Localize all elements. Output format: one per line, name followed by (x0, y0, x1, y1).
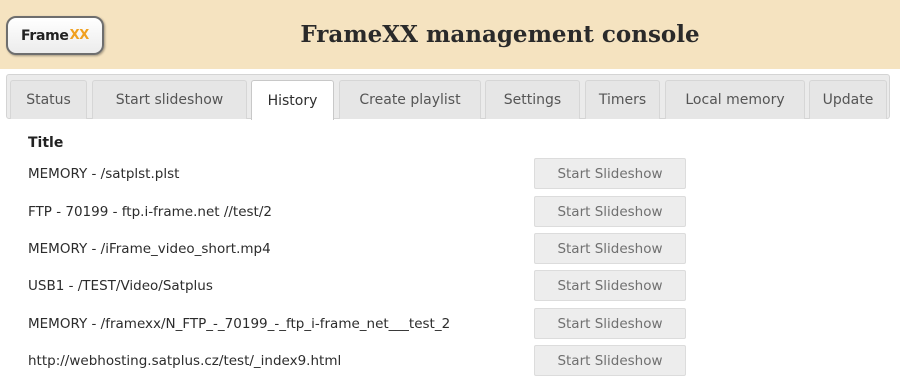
start-slideshow-button[interactable]: Start Slideshow (534, 270, 686, 301)
tab-timers[interactable]: Timers (585, 80, 660, 119)
tab-update[interactable]: Update (809, 80, 887, 119)
history-row-title: MEMORY - /framexx/N_FTP_-_70199_-_ftp_i-… (28, 316, 451, 332)
history-row-title: USB1 - /TEST/Video/Satplus (28, 278, 213, 294)
start-slideshow-button[interactable]: Start Slideshow (534, 345, 686, 376)
tab-status[interactable]: Status (10, 80, 87, 119)
start-slideshow-button[interactable]: Start Slideshow (534, 196, 686, 227)
history-row-title: MEMORY - /iFrame_video_short.mp4 (28, 241, 271, 257)
history-row-title: http://webhosting.satplus.cz/test/_index… (28, 353, 342, 369)
header-bar: Frame XX FrameXX management console (0, 0, 900, 69)
tab-history[interactable]: History (251, 80, 334, 120)
tab-settings[interactable]: Settings (485, 80, 580, 119)
start-slideshow-button[interactable]: Start Slideshow (534, 308, 686, 339)
tab-bar: Status Start slideshow History Create pl… (6, 74, 890, 120)
history-column-title: Title (28, 135, 64, 151)
start-slideshow-button[interactable]: Start Slideshow (534, 233, 686, 264)
logo-text: Frame (20, 27, 69, 44)
tab-create-playlist[interactable]: Create playlist (339, 80, 481, 119)
start-slideshow-button[interactable]: Start Slideshow (534, 158, 686, 189)
history-row-title: MEMORY - /satplst.plst (28, 166, 180, 182)
app-title: FrameXX management console (300, 21, 700, 48)
history-row-title: FTP - 70199 - ftp.i-frame.net //test/2 (28, 204, 272, 220)
logo-mark-icon: XX (69, 28, 90, 43)
framexx-logo[interactable]: Frame XX (6, 16, 104, 55)
tab-start-slideshow[interactable]: Start slideshow (92, 80, 247, 119)
tab-local-memory[interactable]: Local memory (665, 80, 805, 119)
